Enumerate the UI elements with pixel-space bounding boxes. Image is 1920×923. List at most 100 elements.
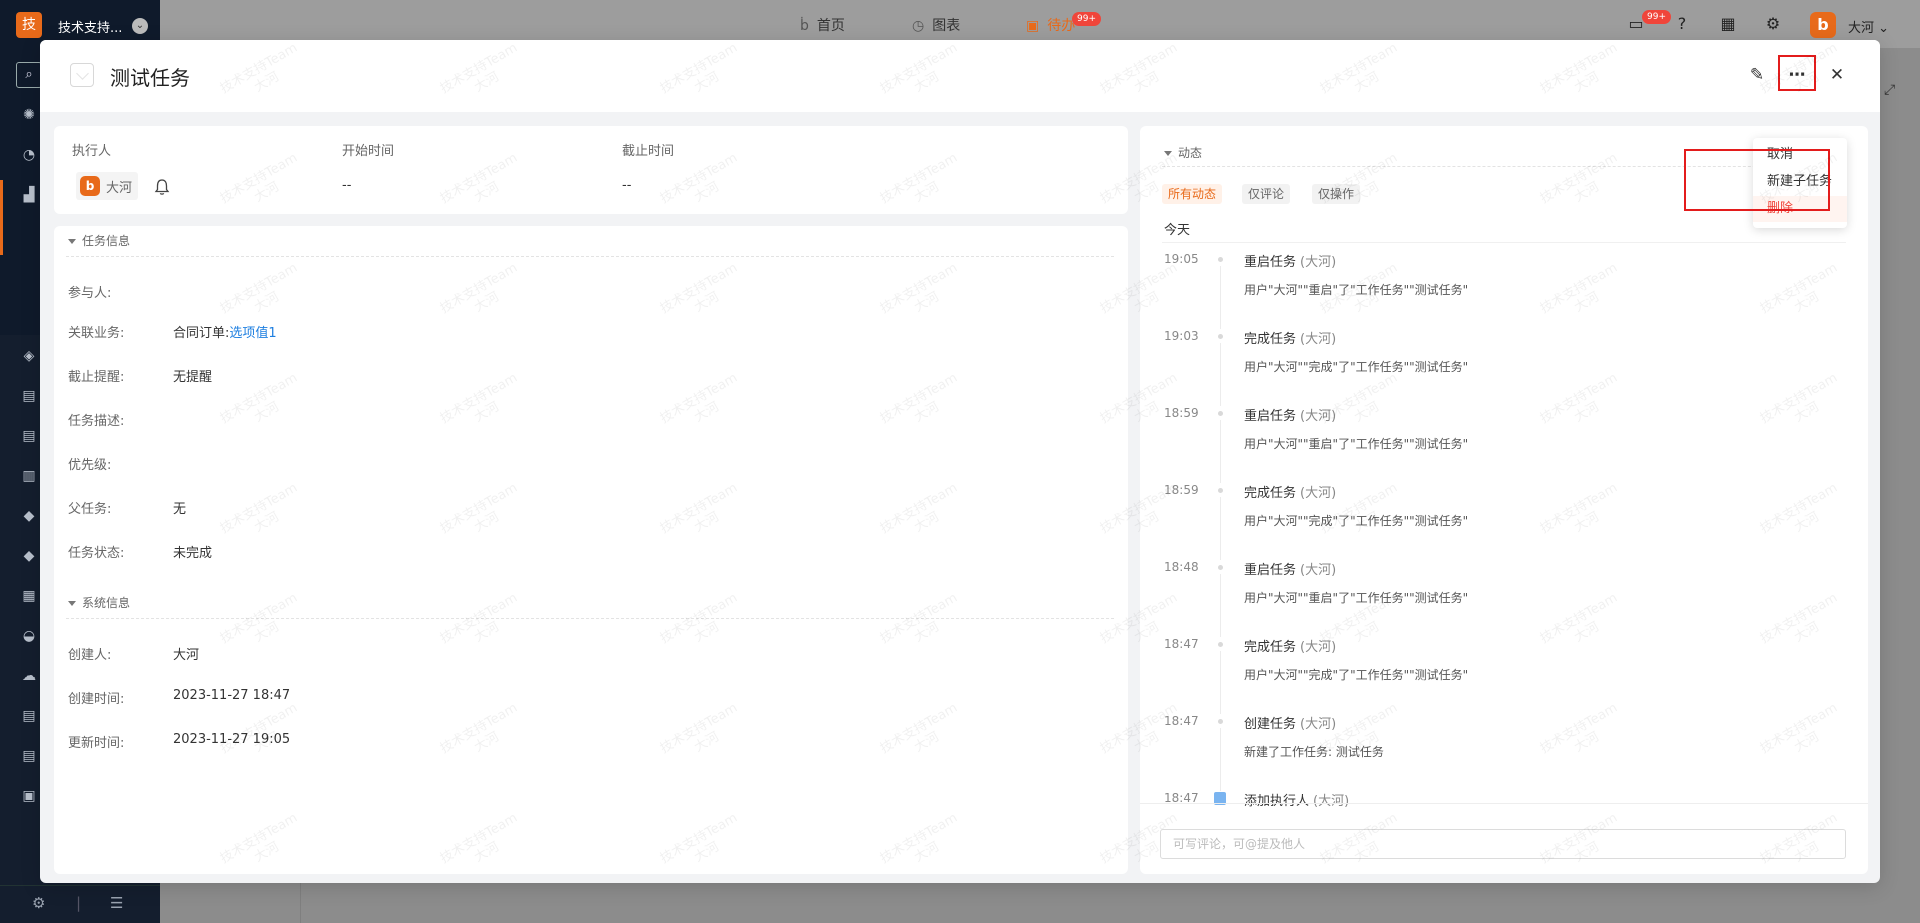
activity-description: 用户"大河""完成"了"工作任务""测试任务"	[1244, 668, 1469, 682]
summary-card: 执行人 b 大河 开始时间 -- 截止时间 --	[54, 126, 1128, 214]
folder-icon[interactable]: ▣	[20, 787, 38, 805]
timeline-line	[1220, 728, 1221, 791]
day-label: 今天	[1164, 223, 1191, 238]
due-time-value: --	[622, 178, 632, 193]
caret-down-icon	[68, 239, 76, 244]
calendar-icon: ▣	[1026, 18, 1040, 34]
comment-input[interactable]	[1161, 830, 1845, 858]
filter-comments-only[interactable]: 仅评论	[1242, 184, 1291, 204]
task-status-label: 任务状态:	[68, 546, 125, 561]
settings-icon[interactable]: ⚙	[32, 894, 45, 912]
parent-task-label: 父任务:	[68, 502, 112, 517]
close-icon[interactable]: ✕	[1823, 61, 1851, 89]
activity-title: 完成任务 (大河)	[1244, 486, 1337, 501]
chart-icon: ◷	[912, 18, 925, 34]
timeline-line	[1220, 266, 1221, 329]
filter-all-activity[interactable]: 所有动态	[1162, 184, 1223, 204]
task-complete-checkbox[interactable]	[70, 63, 94, 87]
clipboard-icon[interactable]: ▤	[20, 387, 38, 405]
filter-operations-only[interactable]: 仅操作	[1312, 184, 1361, 204]
comment-field[interactable]	[1160, 829, 1846, 859]
highlight-box-more	[1778, 55, 1816, 91]
divider	[66, 618, 1114, 619]
executor-name: 大河	[106, 180, 133, 196]
todo-badge: 99+	[1072, 12, 1101, 26]
activity-title: 添加执行人 (大河)	[1244, 794, 1350, 809]
divider	[1140, 803, 1868, 804]
activity-description: 新建了工作任务: 测试任务	[1244, 745, 1384, 759]
pie-chart-icon[interactable]: ◔	[20, 146, 38, 164]
caret-down-icon	[68, 601, 76, 606]
clipboard-icon[interactable]: ▤	[20, 427, 38, 445]
activity-title: 重启任务 (大河)	[1244, 409, 1337, 424]
document-icon[interactable]: ▥	[20, 467, 38, 485]
timeline-dot	[1218, 642, 1223, 647]
settings-icon[interactable]: ⚙	[1761, 12, 1785, 36]
activity-time: 18:59	[1164, 483, 1199, 497]
app-name[interactable]: 技术支持...	[58, 17, 122, 36]
nav-todo[interactable]: ▣ 待办	[1026, 15, 1075, 35]
timeline-dot	[1218, 719, 1223, 724]
due-time-label: 截止时间	[622, 144, 675, 159]
tag-icon[interactable]: ◆	[20, 547, 38, 565]
details-card: 任务信息 参与人: 关联业务: 合同订单:选项值1 截止提醒: 无提醒 任务描述…	[54, 226, 1128, 874]
activity-description: 用户"大河""完成"了"工作任务""测试任务"	[1244, 360, 1469, 374]
search-icon[interactable]: ⌕	[16, 62, 42, 88]
task-status-value: 未完成	[173, 546, 213, 561]
task-info-section-toggle[interactable]: 任务信息	[68, 232, 130, 249]
activity-time: 19:03	[1164, 329, 1199, 343]
divider: |	[76, 894, 82, 912]
cloud-icon[interactable]: ☁	[20, 667, 38, 685]
user-avatar[interactable]: b	[1810, 12, 1836, 38]
related-business-value: 合同订单:选项值1	[173, 326, 277, 341]
task-title: 测试任务	[110, 66, 190, 90]
collapse-menu-icon[interactable]: ☰	[110, 894, 123, 912]
sidebar-active-indicator	[0, 180, 3, 255]
caret-down-icon	[1164, 151, 1172, 156]
activity-section-toggle[interactable]: 动态	[1164, 144, 1202, 161]
system-info-section-toggle[interactable]: 系统信息	[68, 594, 130, 611]
divider	[66, 256, 1114, 257]
creator-value: 大河	[173, 648, 200, 663]
nav-charts[interactable]: ◷ 图表	[912, 15, 960, 35]
timeline-line	[1220, 651, 1221, 714]
tag-icon[interactable]: ◆	[20, 507, 38, 525]
created-time-value: 2023-11-27 18:47	[173, 688, 291, 703]
created-time-label: 创建时间:	[68, 692, 125, 707]
file-icon[interactable]: ▦	[20, 587, 38, 605]
updated-time-value: 2023-11-27 19:05	[173, 732, 291, 747]
activity-description: 用户"大河""重启"了"工作任务""测试任务"	[1244, 437, 1469, 451]
timeline-dot	[1218, 488, 1223, 493]
executor-chip[interactable]: b 大河	[76, 172, 139, 200]
related-business-link[interactable]: 选项值1	[229, 326, 276, 341]
timeline-dot	[1218, 411, 1223, 416]
timeline-line	[1220, 343, 1221, 406]
executor-avatar: b	[80, 176, 100, 196]
dashboard-icon[interactable]: ◒	[20, 627, 38, 645]
help-icon[interactable]: ?	[1670, 12, 1694, 36]
nav-home[interactable]: ḃ 首页	[800, 15, 845, 35]
clipboard-icon[interactable]: ▤	[20, 747, 38, 765]
app-logo[interactable]: 技	[16, 12, 42, 38]
priority-label: 优先级:	[68, 458, 112, 473]
description-label: 任务描述:	[68, 414, 125, 429]
activity-card: 动态 所有动态 仅评论 仅操作 今天 19:05 重启任务 (大河) 用户"大河""重…	[1140, 126, 1868, 874]
start-time-value: --	[342, 178, 352, 193]
edit-icon[interactable]: ✎	[1743, 61, 1771, 89]
user-name[interactable]: 大河 ⌄	[1848, 17, 1889, 36]
activity-time: 18:48	[1164, 560, 1199, 574]
layers-icon[interactable]: ◈	[20, 347, 38, 365]
app-switch-icon[interactable]: ⌄	[132, 18, 148, 34]
timeline-dot	[1218, 257, 1223, 262]
bell-icon[interactable]	[154, 178, 170, 196]
list-icon[interactable]: ▤	[20, 707, 38, 725]
logo-b-icon: ḃ	[800, 18, 809, 34]
participants-label: 参与人:	[68, 286, 112, 301]
org-icon[interactable]: ▟	[20, 186, 38, 204]
compass-icon[interactable]: ✺	[20, 106, 38, 124]
activity-title: 完成任务 (大河)	[1244, 640, 1337, 655]
fullscreen-icon[interactable]: ⤢	[1884, 82, 1895, 98]
reminder-label: 截止提醒:	[68, 370, 125, 385]
executor-label: 执行人	[72, 144, 112, 159]
apps-grid-icon[interactable]: ▦	[1716, 12, 1740, 36]
